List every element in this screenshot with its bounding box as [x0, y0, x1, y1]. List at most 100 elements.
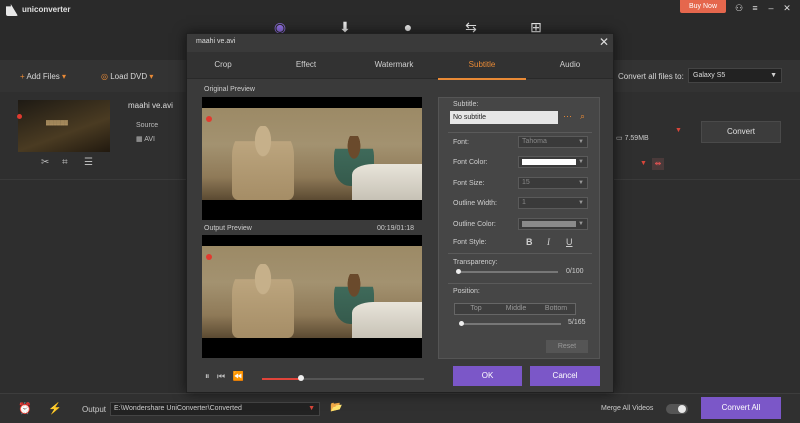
tab-effect[interactable]: Effect: [286, 60, 326, 69]
edit-settings-icon[interactable]: ⇹: [652, 158, 664, 170]
playback-time: 00:19/01:18: [377, 225, 414, 232]
outline-color-select[interactable]: ▼: [518, 218, 588, 230]
outline-color-label: Outline Color:: [453, 221, 496, 228]
tab-crop[interactable]: Crop: [203, 60, 243, 69]
dialog-title: maahi ve.avi: [196, 38, 236, 45]
convert-all-to-label: Convert all files to:: [618, 72, 684, 81]
slider-handle[interactable]: [459, 321, 464, 326]
record-marker-icon: [206, 254, 212, 260]
output-format-dropdown-icon[interactable]: ▼: [675, 127, 682, 134]
previous-icon[interactable]: ⏮: [217, 371, 225, 381]
chevron-down-icon: ▾: [62, 72, 67, 81]
font-size-select[interactable]: 15 ▼: [518, 177, 588, 189]
rewind-icon[interactable]: ⏪: [233, 371, 244, 381]
pause-icon[interactable]: ⏸: [205, 371, 210, 381]
outline-color-swatch: [522, 221, 576, 227]
trim-icon[interactable]: ✂: [41, 157, 49, 168]
tab-watermark[interactable]: Watermark: [366, 60, 422, 69]
outline-width-value: 1: [522, 199, 526, 206]
load-dvd-button[interactable]: ◎ Load DVD ▾: [101, 72, 153, 81]
close-icon[interactable]: ✕: [599, 35, 609, 49]
underline-button[interactable]: U: [566, 237, 573, 247]
chevron-down-icon: ▼: [578, 159, 584, 165]
chevron-down-icon: ▼: [578, 139, 584, 145]
vehicle: [352, 302, 422, 338]
transparency-label: Transparency:: [453, 259, 498, 266]
font-size-value: 15: [522, 179, 530, 186]
position-bottom[interactable]: Bottom: [536, 305, 576, 312]
output-select-chevron-icon[interactable]: ▼: [640, 160, 647, 167]
position-top[interactable]: Top: [456, 305, 496, 312]
font-select[interactable]: Tahoma ▼: [518, 136, 588, 148]
chevron-down-icon: ▼: [308, 405, 315, 412]
menu-icon[interactable]: ≡: [749, 3, 761, 13]
figure-man: [232, 126, 294, 200]
crop-icon[interactable]: ⌗: [62, 157, 68, 168]
playback-progress-handle[interactable]: [298, 375, 304, 381]
ok-button[interactable]: OK: [453, 366, 522, 386]
video-frame: [202, 108, 422, 200]
film-icon: ▦: [136, 136, 143, 143]
convert-all-button[interactable]: Convert All: [701, 397, 781, 419]
close-window-icon[interactable]: ✕: [781, 3, 793, 13]
position-slider[interactable]: [459, 321, 561, 326]
cancel-button[interactable]: Cancel: [530, 366, 600, 386]
speed-icon[interactable]: ⚡: [48, 402, 62, 415]
convert-button[interactable]: Convert: [701, 121, 781, 143]
target-format-value: Galaxy S5: [693, 72, 726, 79]
open-folder-icon[interactable]: 📂: [330, 402, 342, 413]
outline-width-select[interactable]: 1 ▼: [518, 197, 588, 209]
record-marker-icon: [206, 116, 212, 122]
buy-now-button[interactable]: Buy Now: [680, 0, 726, 13]
thumbnail-marker-icon: [17, 114, 22, 119]
tab-subtitle[interactable]: Subtitle: [460, 60, 504, 69]
position-middle[interactable]: Middle: [496, 305, 536, 312]
load-dvd-label: Load DVD: [110, 72, 148, 81]
chevron-down-icon: ▼: [578, 200, 584, 206]
font-value: Tahoma: [522, 138, 547, 145]
source-label: Source: [136, 122, 159, 129]
app-window: uniconverter Buy Now ⚇ ≡ – ✕ ◉ ⬇ ● ⇆ ⊞ +…: [0, 0, 800, 423]
video-thumbnail[interactable]: ▓▓▓▓▓▓: [18, 100, 110, 152]
font-color-swatch: [522, 159, 576, 165]
output-preview-label: Output Preview: [204, 225, 252, 232]
add-files-label: Add Files: [26, 72, 60, 81]
active-tab-indicator: [438, 78, 526, 80]
divider: [448, 132, 592, 133]
folder-icon: ▭: [616, 135, 623, 142]
source-format-value: AVI: [144, 136, 155, 143]
reset-button[interactable]: Reset: [546, 340, 588, 353]
original-preview: [202, 97, 422, 220]
original-preview-label: Original Preview: [204, 86, 255, 93]
search-icon[interactable]: ⌕: [580, 111, 585, 122]
account-icon[interactable]: ⚇: [733, 3, 745, 13]
output-path-value: E:\Wondershare UniConverter\Converted: [114, 405, 242, 412]
chevron-down-icon: ▼: [578, 221, 584, 227]
add-files-button[interactable]: + Add Files ▾: [20, 72, 66, 81]
font-color-select[interactable]: ▼: [518, 156, 588, 168]
transparency-value: 0/100: [566, 268, 584, 275]
more-icon[interactable]: ⋯: [563, 111, 572, 122]
output-path-select[interactable]: E:\Wondershare UniConverter\Converted ▼: [110, 402, 320, 416]
player-controls: ⏸ ⏮ ⏪: [205, 371, 244, 382]
output-label: Output: [82, 405, 107, 414]
tab-audio[interactable]: Audio: [550, 60, 590, 69]
schedule-icon[interactable]: ⏰: [18, 402, 32, 415]
outline-width-label: Outline Width:: [453, 200, 497, 207]
position-label: Position:: [453, 288, 480, 295]
effects-icon[interactable]: ☰: [84, 157, 93, 168]
chevron-down-icon: ▼: [578, 180, 584, 186]
merge-toggle[interactable]: [666, 404, 688, 414]
subtitle-input[interactable]: No subtitle: [450, 111, 558, 124]
vehicle: [352, 164, 422, 200]
italic-button[interactable]: I: [547, 237, 550, 247]
font-size-label: Font Size:: [453, 180, 485, 187]
divider: [448, 283, 592, 284]
transparency-slider[interactable]: [456, 269, 558, 274]
bold-button[interactable]: B: [526, 237, 533, 247]
target-format-select[interactable]: Galaxy S5 ▼: [688, 68, 782, 83]
slider-handle[interactable]: [456, 269, 461, 274]
playback-progress-fill: [262, 378, 301, 380]
divider: [448, 253, 592, 254]
minimize-icon[interactable]: –: [765, 3, 777, 13]
